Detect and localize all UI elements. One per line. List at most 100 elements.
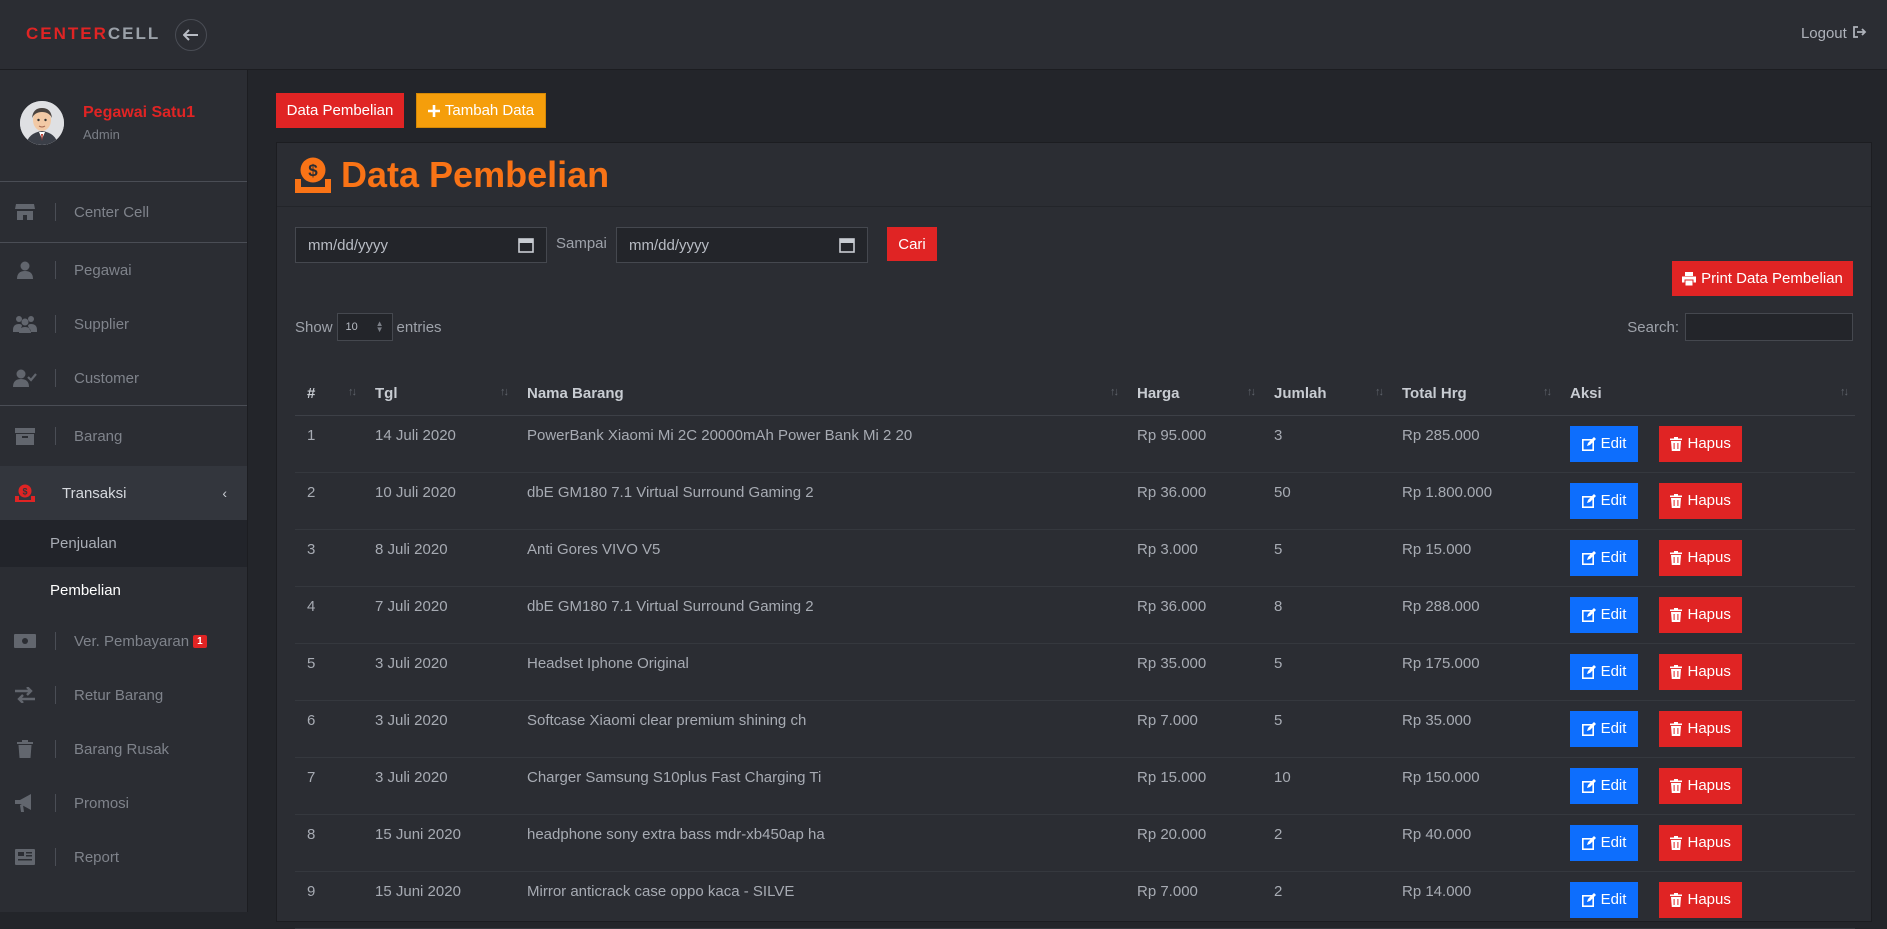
show-label: Show [295,318,333,336]
date-from-input[interactable]: mm/dd/yyyy [295,227,547,263]
sidebar-item-ver-pembayaran[interactable]: Ver. Pembayaran 1 [0,614,247,668]
hapus-button[interactable]: Hapus [1659,596,1743,633]
user-icon [13,261,37,279]
sort-icon: ↑↓ [1840,386,1849,398]
edit-button[interactable]: Edit [1570,596,1638,633]
brand-logo[interactable]: CENTERCELL [26,24,160,44]
hapus-button[interactable]: Hapus [1659,539,1743,576]
data-panel: $ Data Pembelian mm/dd/yyyy Sampai mm/dd… [276,142,1872,929]
trash-icon [1670,550,1683,565]
sidebar-item-label: Retur Barang [74,686,164,704]
column-header-label: # [307,385,316,403]
cell-aksi: Edit Hapus [1558,415,1855,473]
print-button[interactable]: Print Data Pembelian [1672,261,1853,296]
cell-harga: Rp 7.000 [1125,871,1262,929]
cell-aksi: Edit Hapus [1558,757,1855,815]
cari-button[interactable]: Cari [887,227,937,261]
sidebar-item-label: Ver. Pembayaran [74,632,190,650]
edit-icon [1581,721,1596,736]
calendar-icon[interactable] [518,237,534,253]
table-row: 6 3 Juli 2020 Softcase Xiaomi clear prem… [295,700,1855,758]
cell-nama-barang: dbE GM180 7.1 Virtual Surround Gaming 2 [515,586,1125,644]
date-to-input[interactable]: mm/dd/yyyy [616,227,868,263]
hapus-button[interactable]: Hapus [1659,482,1743,519]
entries-length-control: Show 10 ▲ ▼ entries [295,313,442,341]
sidebar-item-pegawai[interactable]: Pegawai [0,243,247,297]
column-header-total-hrg[interactable]: Total Hrg ↑↓ [1390,373,1558,416]
search-input[interactable] [1685,313,1853,341]
cell-jumlah: 2 [1262,871,1390,929]
table-row: 9 15 Juni 2020 Mirror anticrack case opp… [295,871,1855,929]
money-bag-icon: $ [13,484,37,502]
edit-button[interactable]: Edit [1570,482,1638,519]
hapus-button[interactable]: Hapus [1659,767,1743,804]
sidebar-item-report[interactable]: Report [0,830,247,884]
cell-no: 6 [295,700,363,758]
edit-label: Edit [1600,492,1627,509]
svg-text:$: $ [22,487,27,497]
cell-total-hrg: Rp 40.000 [1390,814,1558,872]
entries-select[interactable]: 10 ▲ ▼ [336,313,393,341]
hapus-button[interactable]: Hapus [1659,425,1743,462]
trash-icon [1670,607,1683,622]
sidebar-toggle-button[interactable] [175,19,207,51]
hapus-button[interactable]: Hapus [1659,653,1743,690]
column-header-jumlah[interactable]: Jumlah ↑↓ [1262,373,1390,416]
sidebar-item-transaksi[interactable]: $ Transaksi ‹ [0,466,247,520]
sidebar-subitem-pembelian[interactable]: Pembelian [0,567,247,614]
cell-tgl: 7 Juli 2020 [363,586,515,644]
cell-no: 5 [295,643,363,701]
column-header-label: Total Hrg [1402,385,1467,403]
cell-nama-barang: Softcase Xiaomi clear premium shining ch [515,700,1125,758]
edit-button[interactable]: Edit [1570,710,1638,747]
sidebar-item-supplier[interactable]: Supplier [0,297,247,351]
logout-label: Logout [1800,25,1847,42]
hapus-button[interactable]: Hapus [1659,824,1743,861]
notification-badge: 1 [193,634,207,648]
sidebar-subitem-penjualan[interactable]: Penjualan [0,520,247,567]
edit-button[interactable]: Edit [1570,824,1638,861]
svg-text:$: $ [308,161,318,180]
column-header-tgl[interactable]: Tgl ↑↓ [363,373,515,416]
sidebar-item-customer[interactable]: Customer [0,351,247,405]
sidebar-item-barang-rusak[interactable]: Barang Rusak [0,722,247,776]
user-name[interactable]: Pegawai Satu1 [83,104,195,122]
hapus-label: Hapus [1687,891,1731,908]
brand-part-1: CENTER [26,24,108,43]
tambah-data-label: Tambah Data [444,102,535,119]
sidebar-item-center-cell[interactable]: Center Cell [0,182,247,242]
hapus-label: Hapus [1687,549,1731,566]
edit-button[interactable]: Edit [1570,881,1638,918]
column-header-nama-barang[interactable]: Nama Barang ↑↓ [515,373,1125,416]
sort-icon: ↑↓ [1543,386,1552,398]
hapus-button[interactable]: Hapus [1659,881,1743,918]
user-check-icon [13,369,37,387]
arrow-left-icon [183,29,198,41]
column-header-harga[interactable]: Harga ↑↓ [1125,373,1262,416]
cell-total-hrg: Rp 35.000 [1390,700,1558,758]
sidebar-item-retur-barang[interactable]: Retur Barang [0,668,247,722]
tambah-data-button[interactable]: Tambah Data [416,93,546,128]
column-header-no[interactable]: # ↑↓ [295,373,363,416]
hapus-button[interactable]: Hapus [1659,710,1743,747]
page-title: Data Pembelian [341,153,610,195]
data-pembelian-button[interactable]: Data Pembelian [276,93,404,128]
cell-tgl: 3 Juli 2020 [363,757,515,815]
edit-button[interactable]: Edit [1570,539,1638,576]
sidebar-item-label: Customer [74,369,140,387]
cell-no: 2 [295,472,363,530]
edit-label: Edit [1600,834,1627,851]
edit-label: Edit [1600,777,1627,794]
calendar-icon[interactable] [839,237,855,253]
users-icon [13,315,37,333]
sort-icon: ↑↓ [1375,386,1384,398]
table-row: 4 7 Juli 2020 dbE GM180 7.1 Virtual Surr… [295,586,1855,644]
edit-button[interactable]: Edit [1570,425,1638,462]
sidebar-item-barang[interactable]: Barang [0,406,247,466]
sidebar-item-promosi[interactable]: Promosi [0,776,247,830]
user-role: Admin [83,127,120,142]
column-header-aksi[interactable]: Aksi ↑↓ [1558,373,1855,416]
edit-button[interactable]: Edit [1570,653,1638,690]
edit-button[interactable]: Edit [1570,767,1638,804]
logout-link[interactable]: Logout [1801,25,1867,42]
